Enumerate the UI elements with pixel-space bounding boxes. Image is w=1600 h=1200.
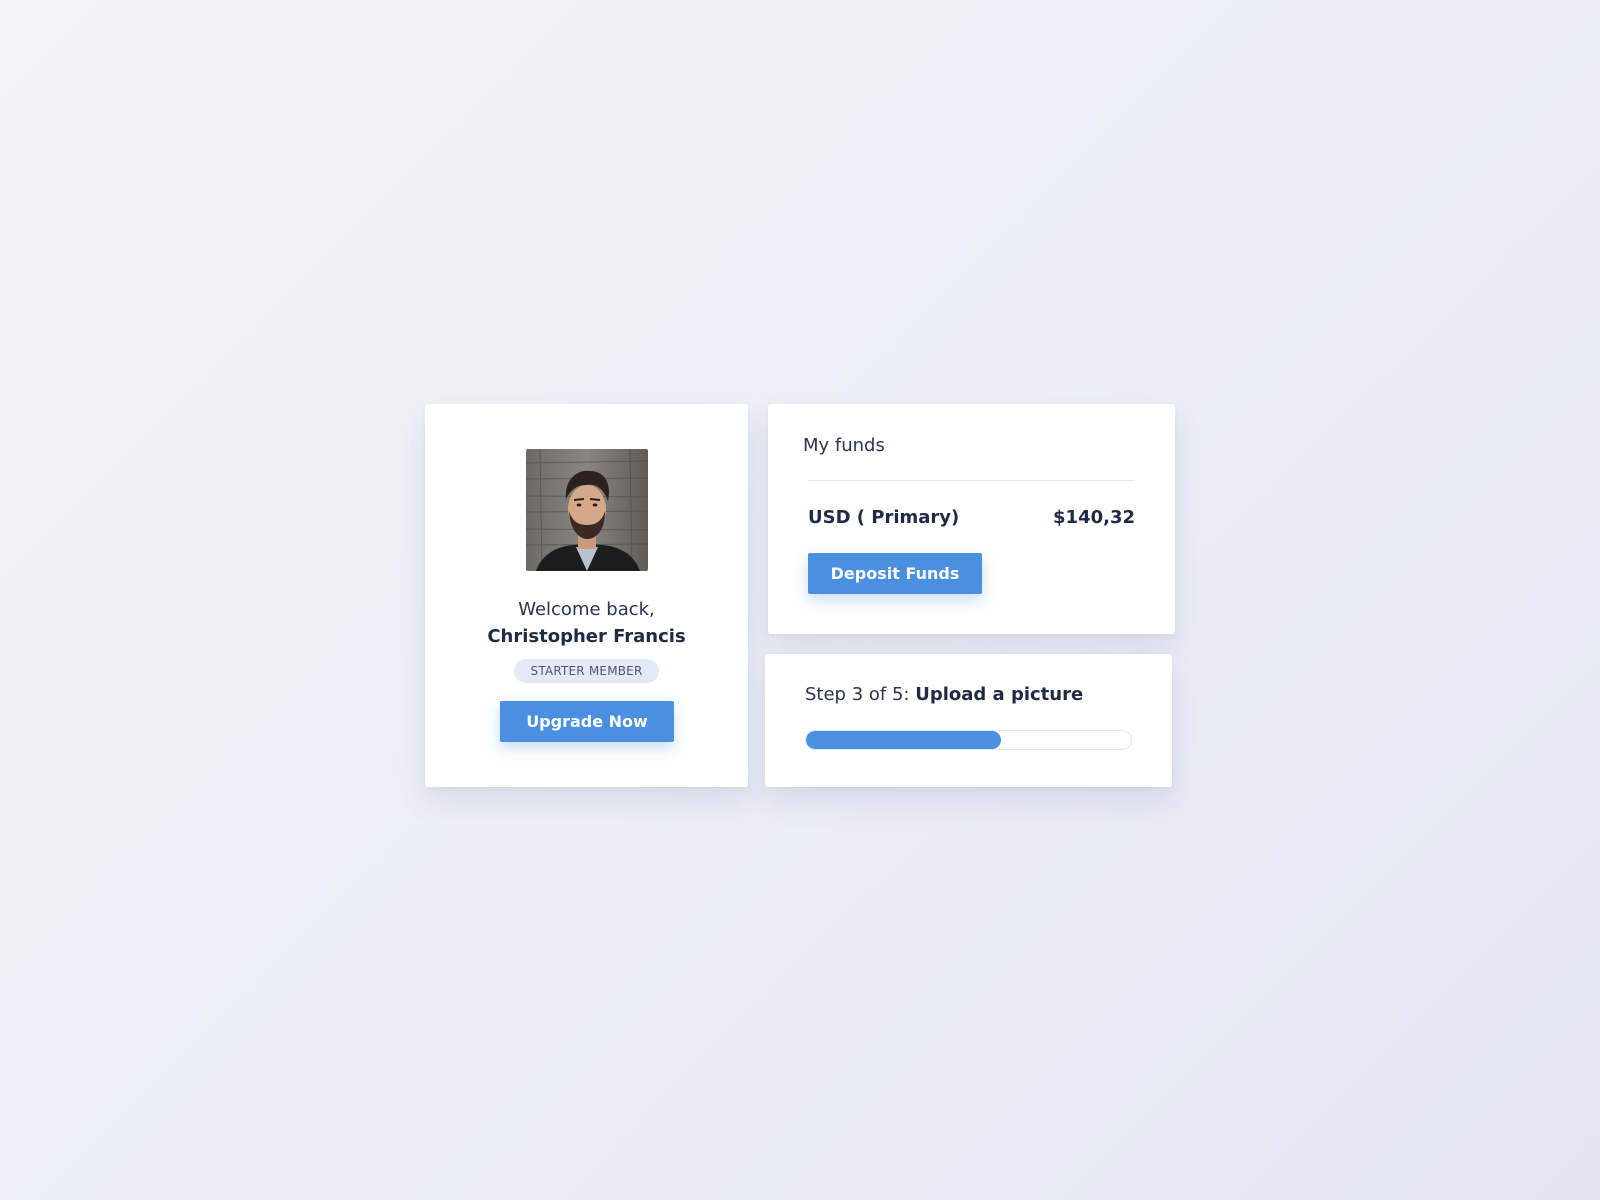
onboarding-progress-card: Step 3 of 5: Upload a picture (765, 654, 1172, 787)
progress-bar (805, 730, 1132, 750)
funds-card: My funds USD ( Primary) $140,32 Deposit … (768, 404, 1175, 634)
step-title: Upload a picture (915, 684, 1084, 705)
funds-title: My funds (803, 435, 885, 456)
progress-fill (806, 731, 1001, 749)
step-counter: Step 3 of 5: (805, 684, 910, 705)
profile-card: Welcome back, Christopher Francis STARTE… (425, 404, 748, 787)
step-text: Step 3 of 5: Upload a picture (805, 684, 1083, 705)
avatar (526, 449, 648, 571)
membership-badge: STARTER MEMBER (514, 659, 659, 683)
user-name: Christopher Francis (487, 626, 686, 647)
deposit-funds-button[interactable]: Deposit Funds (808, 553, 982, 594)
divider (808, 480, 1135, 481)
welcome-text: Welcome back, (518, 599, 655, 620)
upgrade-now-button[interactable]: Upgrade Now (500, 701, 674, 742)
currency-label: USD ( Primary) (808, 507, 960, 528)
avatar-photo-icon (526, 449, 648, 571)
balance-amount: $140,32 (1053, 507, 1135, 528)
